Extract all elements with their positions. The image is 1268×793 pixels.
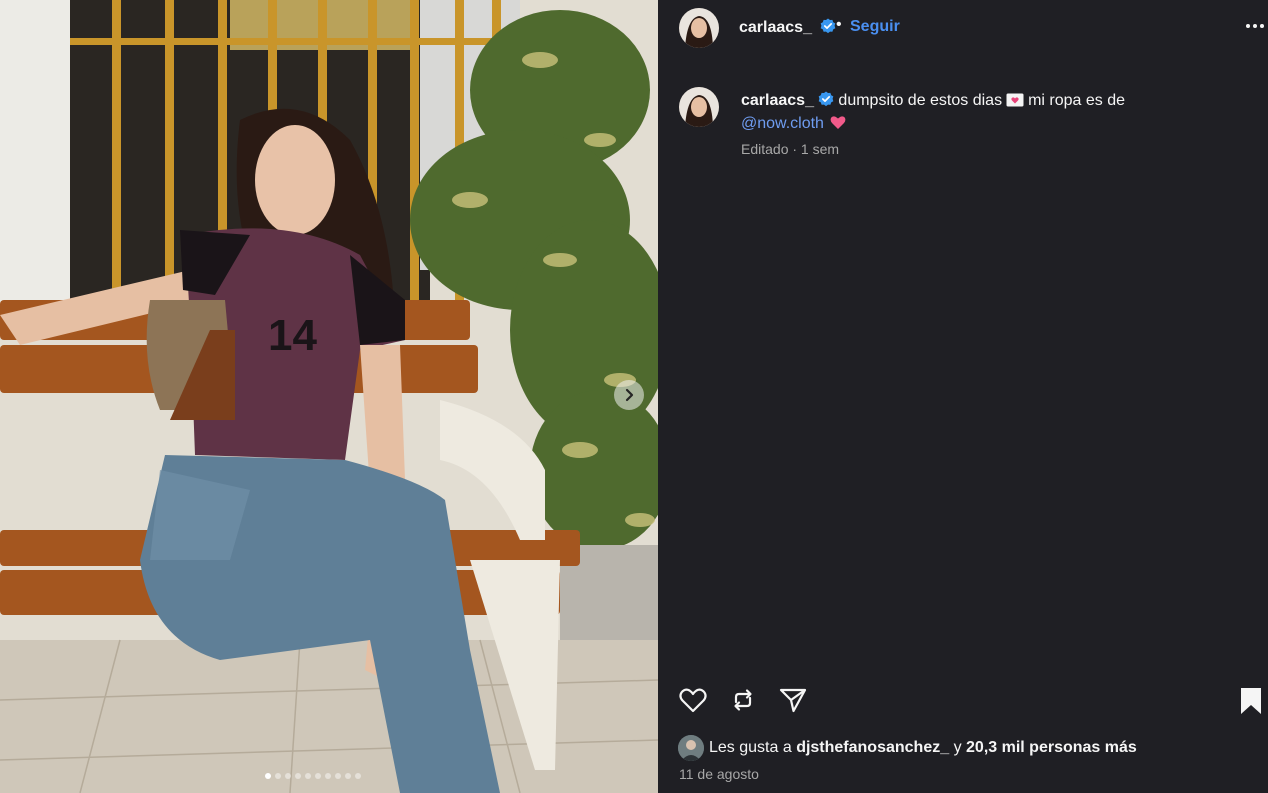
caption-meta: Editado · 1 sem xyxy=(741,141,840,157)
slide-dot[interactable] xyxy=(315,773,321,779)
avatar-image xyxy=(679,8,719,48)
share-button[interactable] xyxy=(778,685,808,715)
mention-link[interactable]: @now.cloth xyxy=(741,115,824,132)
caption-author-avatar[interactable] xyxy=(679,87,719,127)
likes-count-link[interactable]: 20,3 mil personas más xyxy=(966,739,1137,757)
avatar-image xyxy=(678,735,704,761)
slide-dot[interactable] xyxy=(355,773,361,779)
slide-dot[interactable] xyxy=(345,773,351,779)
caption-text-part1: dumpsito de estos dias xyxy=(838,92,1003,109)
slide-dot[interactable] xyxy=(265,773,271,779)
save-button[interactable] xyxy=(1238,687,1264,715)
post-media[interactable]: 14 xyxy=(0,0,658,793)
verified-badge-icon xyxy=(818,91,834,107)
action-bar xyxy=(678,685,1268,715)
slide-indicator xyxy=(265,773,361,779)
post-date[interactable]: 11 de agosto xyxy=(679,766,759,782)
slide-dot[interactable] xyxy=(295,773,301,779)
author-username-text: carlaacs_ xyxy=(739,19,812,36)
author-avatar[interactable] xyxy=(679,8,719,48)
next-slide-button[interactable] xyxy=(614,380,644,410)
likes-connector: y xyxy=(953,739,962,756)
heart-icon xyxy=(679,688,707,713)
pink-heart-icon xyxy=(830,116,846,129)
jersey-number: 14 xyxy=(268,311,317,360)
author-username[interactable]: carlaacs_ xyxy=(739,18,836,37)
follow-button[interactable]: Seguir xyxy=(850,18,900,36)
liker-avatar[interactable] xyxy=(678,735,704,761)
like-button[interactable] xyxy=(678,685,708,715)
slide-dot[interactable] xyxy=(275,773,281,779)
post-photo: 14 xyxy=(0,0,658,793)
more-options-icon[interactable] xyxy=(1246,24,1268,32)
post-header: carlaacs_ • Seguir xyxy=(658,0,1268,56)
likes-summary: Les gusta a djsthefanosanchez_ y 20,3 mi… xyxy=(678,735,1137,761)
repost-button[interactable] xyxy=(728,685,758,715)
caption-username[interactable]: carlaacs_ xyxy=(741,92,814,109)
liker-username[interactable]: djsthefanosanchez_ xyxy=(796,739,949,757)
likes-prefix: Les gusta a xyxy=(709,739,792,756)
caption-text-part2: mi ropa es de xyxy=(1028,92,1126,109)
send-icon xyxy=(779,688,807,713)
repost-icon xyxy=(734,689,752,711)
slide-dot[interactable] xyxy=(285,773,291,779)
bookmark-icon xyxy=(1241,688,1261,714)
chevron-right-icon xyxy=(625,388,634,402)
slide-dot[interactable] xyxy=(335,773,341,779)
slide-dot[interactable] xyxy=(325,773,331,779)
post-side-panel: carlaacs_ • Seguir carlaacs_ dumpsito de… xyxy=(658,0,1268,793)
header-separator: • xyxy=(836,16,842,33)
slide-dot[interactable] xyxy=(305,773,311,779)
love-letter-icon xyxy=(1006,93,1024,107)
caption-text: carlaacs_ dumpsito de estos dias mi ropa … xyxy=(741,89,1241,135)
verified-badge-icon xyxy=(821,18,836,34)
avatar-image xyxy=(679,87,719,127)
